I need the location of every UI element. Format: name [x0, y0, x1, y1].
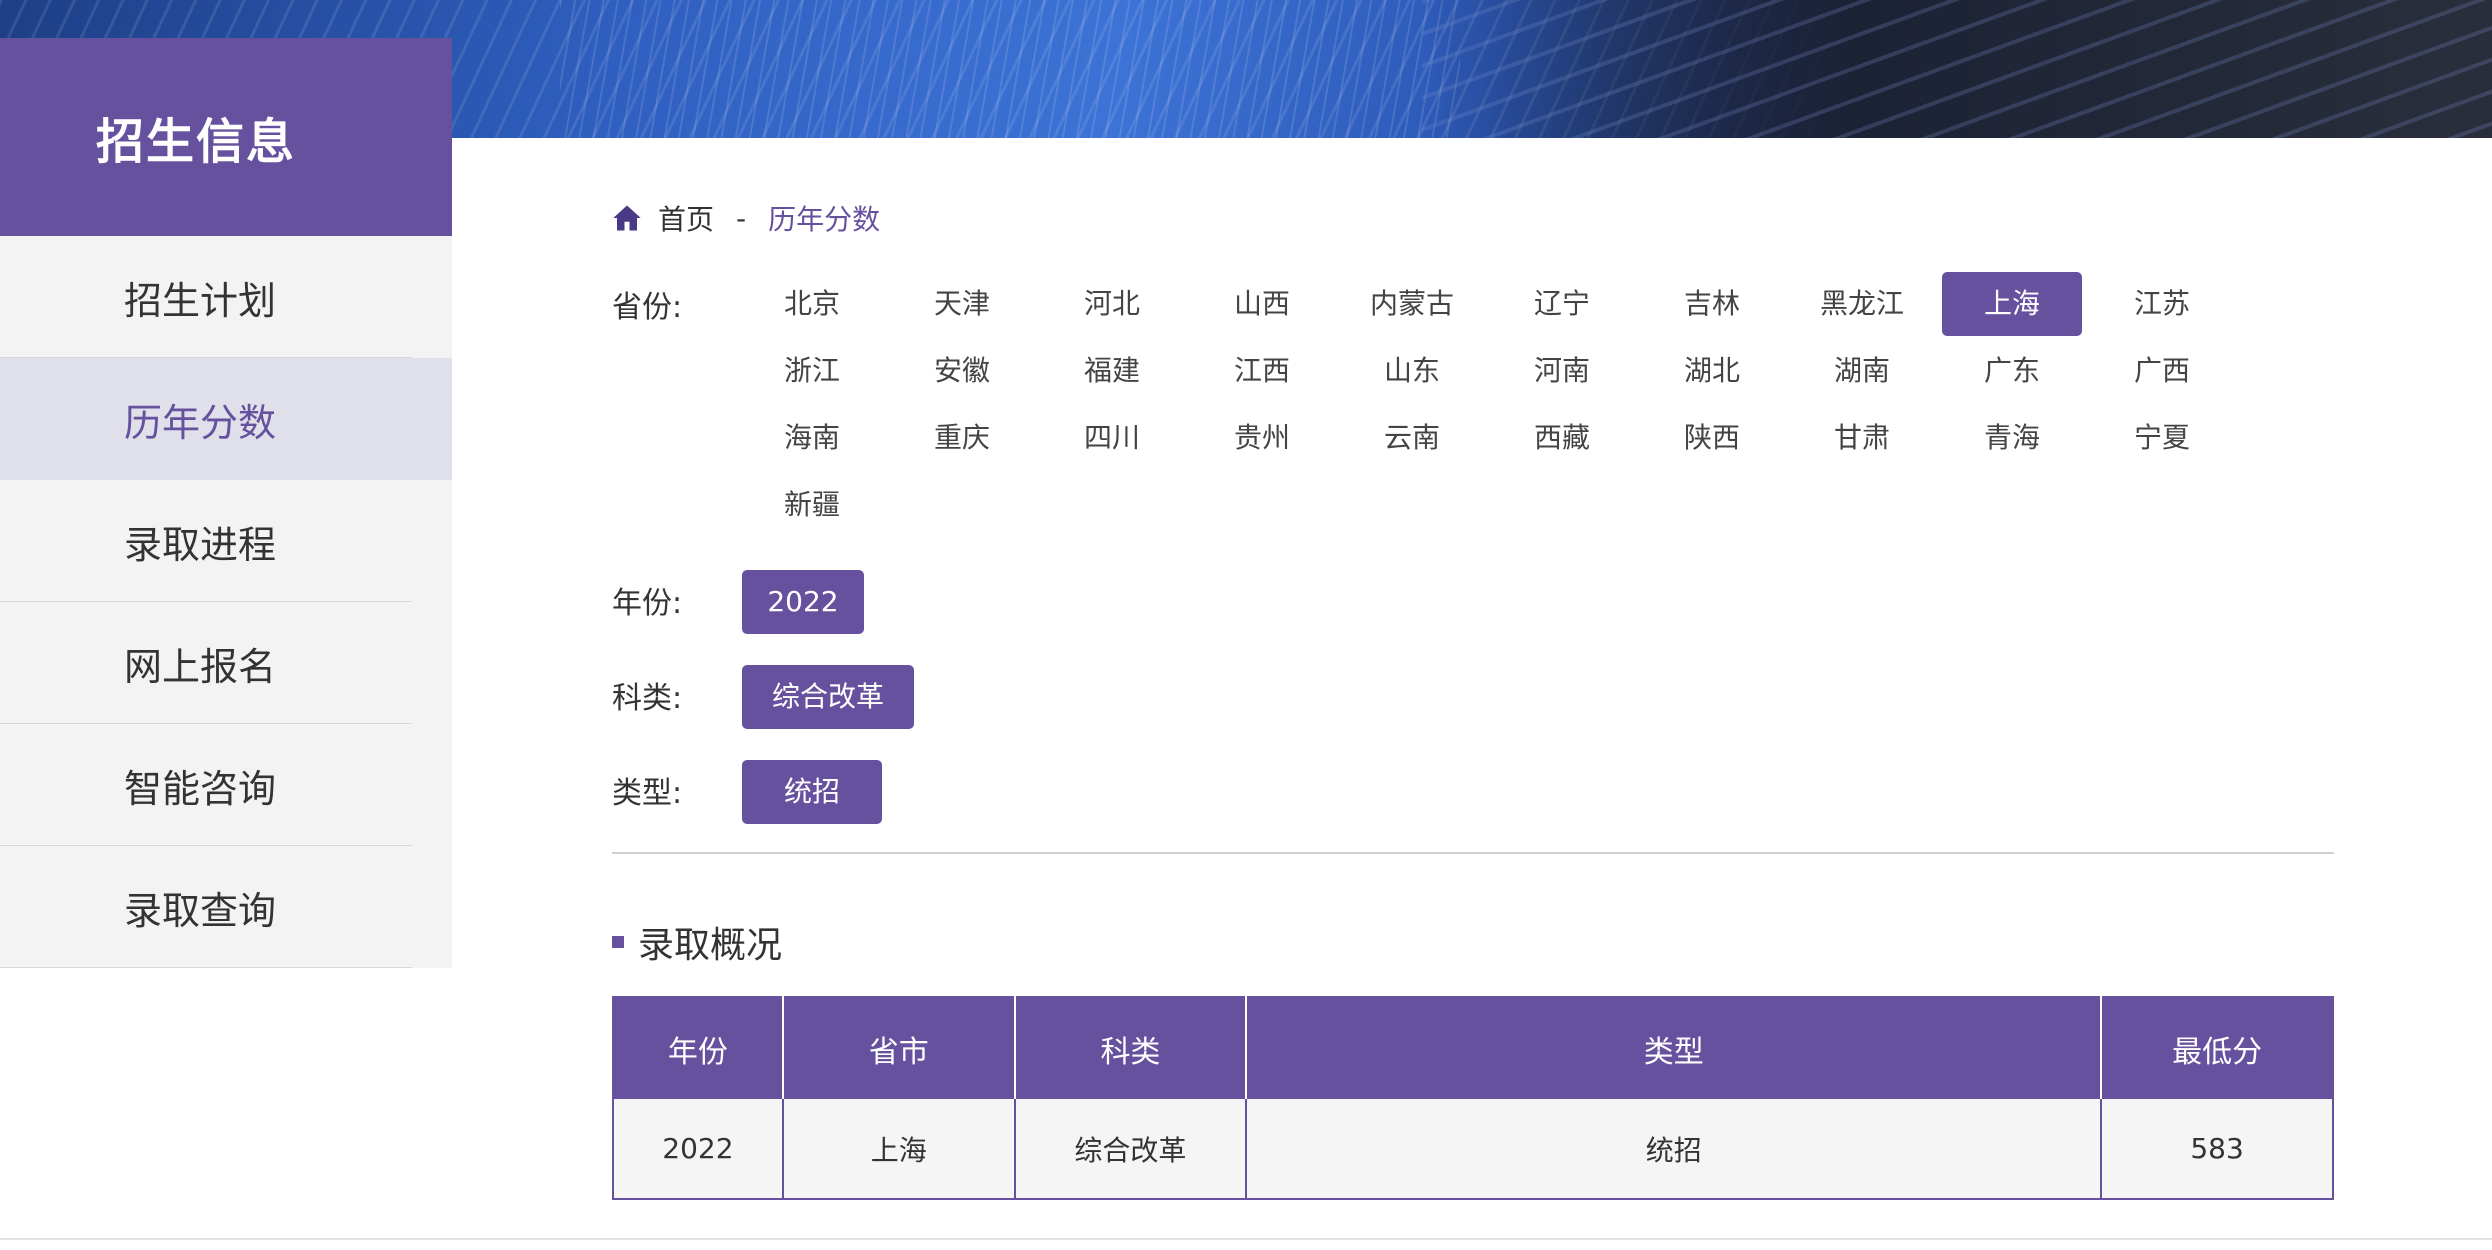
province-label: 省份:	[612, 290, 683, 325]
category-option-button[interactable]: 综合改革	[742, 665, 914, 729]
province-option[interactable]: 福建	[1042, 339, 1182, 403]
sidebar-item-smart-consulting[interactable]: 智能咨询	[0, 724, 452, 846]
divider	[612, 852, 2334, 854]
province-option[interactable]: 广东	[1942, 339, 2082, 403]
province-option[interactable]: 天津	[892, 272, 1032, 336]
table-cell: 2022	[613, 1099, 784, 1199]
province-option[interactable]: 上海	[1942, 272, 2082, 336]
province-option[interactable]: 甘肃	[1792, 406, 1932, 470]
province-option[interactable]: 湖南	[1792, 339, 1932, 403]
sidebar: 招生信息 招生计划 历年分数 录取进程 网上报名 智能咨询 录取查询	[0, 38, 452, 968]
sidebar-item-historical-scores[interactable]: 历年分数	[0, 358, 452, 480]
section-title: 录取概况	[612, 916, 782, 968]
results-table: 年份 省市 科类 类型 最低分 2022 上海 综合改革 统招 583	[612, 996, 2334, 1200]
section-marker-icon	[612, 936, 624, 948]
province-option[interactable]: 重庆	[892, 406, 1032, 470]
province-option[interactable]: 北京	[742, 272, 882, 336]
province-option[interactable]: 青海	[1942, 406, 2082, 470]
table-header-cell: 年份	[613, 997, 784, 1099]
sidebar-title: 招生信息	[0, 38, 452, 236]
sidebar-item-admission-query[interactable]: 录取查询	[0, 846, 452, 968]
sidebar-item-admission-progress[interactable]: 录取进程	[0, 480, 452, 602]
category-label: 科类:	[612, 681, 683, 716]
table-cell: 上海	[782, 1099, 1016, 1199]
breadcrumb-current: 历年分数	[768, 203, 881, 236]
province-option[interactable]: 浙江	[742, 339, 882, 403]
breadcrumb: 首页 - 历年分数	[612, 198, 880, 238]
breadcrumb-separator: -	[736, 201, 747, 235]
province-option[interactable]: 贵州	[1192, 406, 1332, 470]
table-header-cell: 类型	[1246, 997, 2103, 1099]
sidebar-menu: 招生计划 历年分数 录取进程 网上报名 智能咨询 录取查询	[0, 236, 452, 968]
section-title-text: 录取概况	[638, 925, 783, 966]
province-option[interactable]: 新疆	[742, 473, 882, 537]
province-option[interactable]: 内蒙古	[1342, 272, 1482, 336]
sidebar-item-admission-plan[interactable]: 招生计划	[0, 236, 452, 358]
province-option[interactable]: 云南	[1342, 406, 1482, 470]
banner-streaks	[560, 0, 1460, 138]
province-option[interactable]: 广西	[2092, 339, 2232, 403]
province-option[interactable]: 吉林	[1642, 272, 1782, 336]
province-option[interactable]: 安徽	[892, 339, 1032, 403]
province-option[interactable]: 宁夏	[2092, 406, 2232, 470]
province-option[interactable]: 黑龙江	[1792, 272, 1932, 336]
year-label: 年份:	[612, 586, 683, 621]
province-option[interactable]: 山东	[1342, 339, 1482, 403]
table-header-cell: 最低分	[2101, 997, 2333, 1099]
province-option[interactable]: 河南	[1492, 339, 1632, 403]
province-option[interactable]: 海南	[742, 406, 882, 470]
table-header-cell: 省市	[782, 997, 1016, 1099]
table-cell: 综合改革	[1014, 1099, 1248, 1199]
table-cell: 583	[2101, 1099, 2333, 1199]
province-option[interactable]: 河北	[1042, 272, 1182, 336]
year-option-button[interactable]: 2022	[742, 570, 864, 634]
province-option[interactable]: 辽宁	[1492, 272, 1632, 336]
table-cell: 统招	[1246, 1099, 2103, 1199]
banner-building-image	[1422, 0, 2492, 138]
province-option[interactable]: 四川	[1042, 406, 1182, 470]
province-option[interactable]: 陕西	[1642, 406, 1782, 470]
type-label: 类型:	[612, 776, 683, 811]
home-icon[interactable]	[612, 203, 642, 233]
table-header-row: 年份 省市 科类 类型 最低分	[613, 997, 2333, 1099]
province-option[interactable]: 西藏	[1492, 406, 1632, 470]
province-option[interactable]: 山西	[1192, 272, 1332, 336]
type-option-button[interactable]: 统招	[742, 760, 882, 824]
province-option[interactable]: 江苏	[2092, 272, 2232, 336]
sidebar-item-online-registration[interactable]: 网上报名	[0, 602, 452, 724]
footer-divider	[0, 1238, 2492, 1240]
province-option[interactable]: 江西	[1192, 339, 1332, 403]
table-row: 2022 上海 综合改革 统招 583	[613, 1099, 2333, 1199]
table-header-cell: 科类	[1014, 997, 1248, 1099]
province-option[interactable]: 湖北	[1642, 339, 1782, 403]
breadcrumb-home-link[interactable]: 首页	[658, 198, 714, 238]
